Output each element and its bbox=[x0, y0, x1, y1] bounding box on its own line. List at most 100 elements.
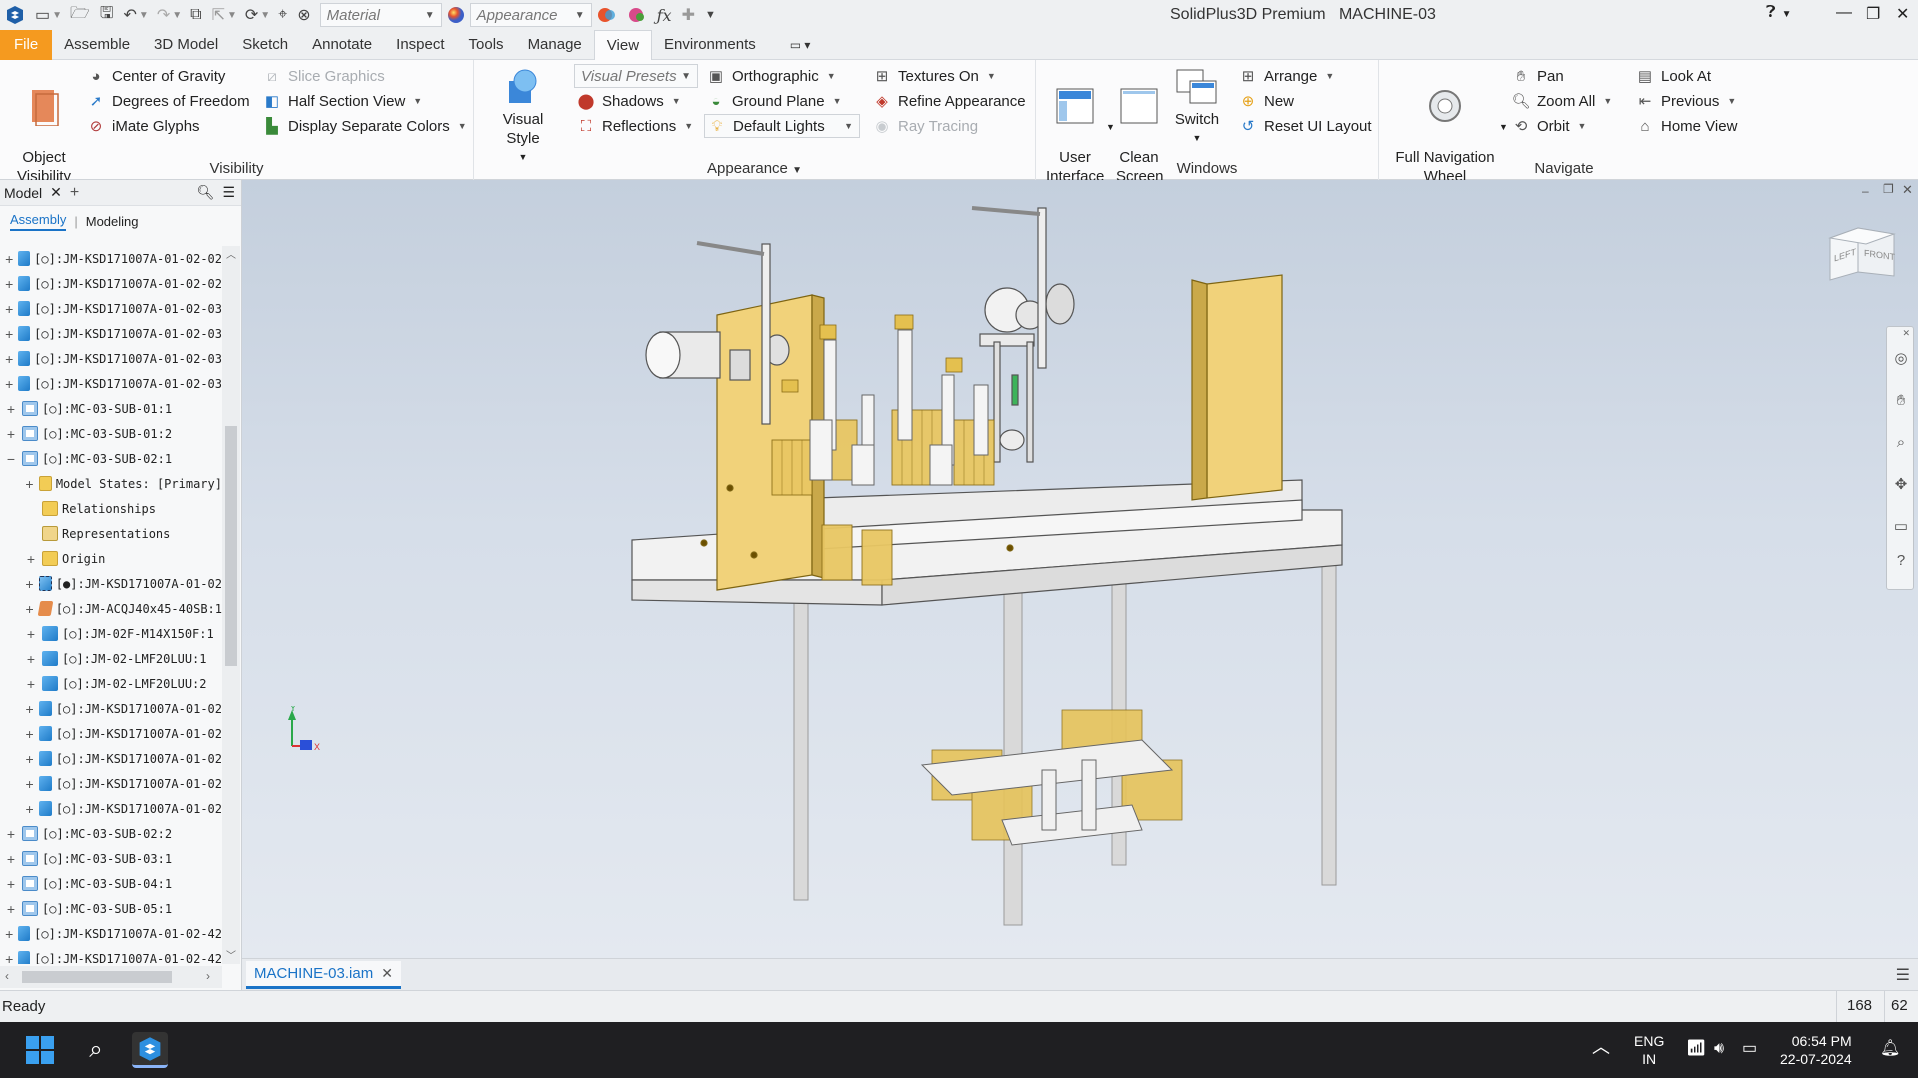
expand-icon[interactable]: + bbox=[4, 876, 18, 892]
ribbon-display-toggle-icon[interactable]: ▭ ▾ bbox=[778, 30, 823, 60]
new-window-button[interactable]: ⊕ New bbox=[1238, 91, 1294, 111]
update-dropdown-icon[interactable]: ▼ bbox=[260, 10, 270, 21]
tree-node[interactable]: + [○]:JM-02-LMF20LUU:2 bbox=[0, 671, 222, 696]
tree-node[interactable]: − [○]:MC-03-SUB-02:1 bbox=[0, 446, 222, 471]
scroll-down-icon[interactable]: ﹀ bbox=[222, 947, 240, 962]
tree-node[interactable]: + [○]:JM-02F-M14X150F:1 bbox=[0, 621, 222, 646]
tree-node[interactable]: + [○]:JM-KSD171007A-01-02-03 bbox=[0, 321, 222, 346]
windows-start-icon[interactable] bbox=[22, 1032, 58, 1068]
visual-presets-combo[interactable]: Visual Presets ▼ bbox=[574, 64, 698, 88]
nav-help-icon[interactable]: ? bbox=[1890, 549, 1912, 571]
textures-on-button[interactable]: ⊞ Textures On ▼ bbox=[872, 66, 996, 86]
nav-wheel-icon[interactable]: ◎ bbox=[1890, 347, 1912, 369]
redo-dropdown-icon[interactable]: ▼ bbox=[172, 10, 182, 21]
expand-icon[interactable]: + bbox=[24, 626, 38, 642]
tree-node[interactable]: + [○]:JM-KSD171007A-01-02-02 bbox=[0, 271, 222, 296]
tab-view[interactable]: View bbox=[593, 29, 653, 61]
graphics-viewport[interactable]: – ❐ ✕ Y X LEFT FRONT bbox=[242, 180, 1918, 958]
expand-icon[interactable]: + bbox=[24, 701, 35, 717]
notification-bell-icon[interactable]: 🔔︎ bbox=[1880, 1040, 1900, 1058]
add-icon[interactable]: ✚ bbox=[677, 0, 700, 30]
tree-node[interactable]: + [○]:JM-KSD171007A-01-02-03 bbox=[0, 296, 222, 321]
expand-icon[interactable]: + bbox=[24, 726, 35, 742]
appearance-combo[interactable]: Appearance ▼ bbox=[469, 3, 592, 27]
open-folder-icon[interactable]: 🗁 bbox=[65, 0, 95, 30]
tray-overflow-icon[interactable]: ︿ bbox=[1592, 1038, 1610, 1056]
tree-node[interactable]: + [○]:MC-03-SUB-01:2 bbox=[0, 421, 222, 446]
viewport-restore-icon[interactable]: ❐ bbox=[1883, 182, 1894, 196]
tree-node[interactable]: Representations bbox=[0, 521, 222, 546]
expand-icon[interactable]: + bbox=[24, 576, 35, 592]
tree-node[interactable]: + [○]:MC-03-SUB-02:2 bbox=[0, 821, 222, 846]
machine-3d-model[interactable] bbox=[242, 180, 1918, 958]
scroll-up-icon[interactable]: ︿ bbox=[222, 246, 240, 261]
appearance-panel-title[interactable]: Appearance ▼ bbox=[474, 160, 1035, 177]
nav-look-at-icon[interactable]: ▭ bbox=[1890, 515, 1912, 537]
visual-style-button[interactable]: Visual Style ▼ bbox=[484, 66, 562, 167]
tree-node[interactable]: + [○]:JM-KSD171007A-01-02 bbox=[0, 771, 222, 796]
restore-icon[interactable]: ❐ bbox=[1866, 4, 1880, 24]
browser-search-icon[interactable]: 🔍︎ bbox=[197, 184, 215, 201]
minimize-icon[interactable]: — bbox=[1836, 4, 1852, 22]
orbit-button[interactable]: ⟲ Orbit ▼ bbox=[1511, 116, 1587, 136]
expand-icon[interactable]: + bbox=[4, 426, 18, 442]
user-interface-dropdown-icon[interactable]: ▼ bbox=[1106, 122, 1115, 132]
tree-node[interactable]: + [○]:JM-KSD171007A-01-02 bbox=[0, 746, 222, 771]
nav-pan-icon[interactable]: ✋︎ bbox=[1890, 389, 1912, 411]
expand-icon[interactable]: + bbox=[24, 751, 35, 767]
previous-view-button[interactable]: ⇤ Previous ▼ bbox=[1635, 91, 1737, 111]
expand-icon[interactable]: + bbox=[4, 251, 14, 267]
document-tab-machine-03[interactable]: MACHINE-03.iam ✕ bbox=[246, 961, 401, 989]
tab-assemble[interactable]: Assemble bbox=[52, 30, 142, 60]
tab-3d-model[interactable]: 3D Model bbox=[142, 30, 230, 60]
browser-tab-model[interactable]: Model bbox=[4, 185, 42, 201]
switch-button[interactable]: Switch ▼ bbox=[1172, 66, 1222, 148]
expand-icon[interactable]: + bbox=[4, 901, 18, 917]
slice-graphics-button[interactable]: ⧄ Slice Graphics bbox=[262, 66, 384, 86]
half-section-view-button[interactable]: ◧ Half Section View ▼ bbox=[262, 91, 422, 111]
reflections-button[interactable]: ⛶ Reflections ▼ bbox=[576, 116, 693, 136]
tree-node[interactable]: + [○]:MC-03-SUB-05:1 bbox=[0, 896, 222, 921]
viewport-close-icon[interactable]: ✕ bbox=[1902, 182, 1913, 198]
document-tabs-menu-icon[interactable]: ☰ bbox=[1896, 965, 1910, 985]
copy-icon[interactable]: ⧉ bbox=[185, 0, 206, 30]
material-combo[interactable]: Material ▼ bbox=[319, 3, 442, 27]
wifi-icon[interactable]: 📶︎ bbox=[1686, 1040, 1706, 1058]
navbar-close-icon[interactable]: ✕ bbox=[1902, 328, 1910, 339]
select-dropdown-icon[interactable]: ▼ bbox=[227, 10, 237, 21]
browser-tab-close-icon[interactable]: ✕ bbox=[50, 184, 62, 201]
tree-node[interactable]: + [○]:JM-KSD171007A-01-02 bbox=[0, 796, 222, 821]
tree-node[interactable]: + [○]:JM-KSD171007A-01-02-02 bbox=[0, 246, 222, 271]
expand-icon[interactable]: + bbox=[4, 326, 14, 342]
volume-icon[interactable]: 🔊︎ bbox=[1714, 1040, 1724, 1058]
default-lights-combo[interactable]: 💡︎ Default Lights ▼ bbox=[704, 114, 860, 138]
look-at-button[interactable]: ▤ Look At bbox=[1635, 66, 1711, 86]
tree-vertical-scrollbar[interactable]: ︿ ﹀ bbox=[222, 246, 240, 964]
browser-add-tab-icon[interactable]: + bbox=[70, 184, 79, 202]
tree-node[interactable]: + [○]:JM-KSD171007A-01-02-42 bbox=[0, 921, 222, 946]
tree-node[interactable]: + Model States: [Primary] bbox=[0, 471, 222, 496]
ray-tracing-button[interactable]: ◉ Ray Tracing bbox=[872, 116, 978, 136]
subtab-assembly[interactable]: Assembly bbox=[10, 212, 67, 231]
tab-annotate[interactable]: Annotate bbox=[300, 30, 384, 60]
expand-icon[interactable]: + bbox=[24, 551, 38, 567]
expand-icon[interactable]: + bbox=[24, 601, 35, 617]
orthographic-button[interactable]: ▣ Orthographic ▼ bbox=[706, 66, 836, 86]
clear-appearance-icon[interactable]: ⊗ bbox=[292, 0, 315, 30]
expand-icon[interactable]: + bbox=[24, 651, 38, 667]
app-logo-icon[interactable] bbox=[0, 0, 30, 30]
taskbar-app-icon[interactable] bbox=[132, 1032, 168, 1068]
tree-node[interactable]: + [○]:MC-03-SUB-01:1 bbox=[0, 396, 222, 421]
center-of-gravity-button[interactable]: ◕ Center of Gravity bbox=[86, 66, 225, 86]
adjust-appearance-icon[interactable] bbox=[592, 0, 622, 30]
expand-icon[interactable]: + bbox=[4, 951, 14, 965]
clear-overrides-icon[interactable] bbox=[622, 0, 652, 30]
tree-node[interactable]: + [○]:JM-ACQJ40x45-40SB:1 bbox=[0, 596, 222, 621]
clock[interactable]: 06:54 PM 22-07-2024 bbox=[1780, 1032, 1852, 1068]
tree-node[interactable]: + [○]:JM-KSD171007A-01-02 bbox=[0, 721, 222, 746]
subtab-modeling[interactable]: Modeling bbox=[86, 214, 139, 229]
tab-manage[interactable]: Manage bbox=[516, 30, 594, 60]
tree-node[interactable]: + Origin bbox=[0, 546, 222, 571]
expand-icon[interactable]: + bbox=[4, 301, 14, 317]
battery-icon[interactable]: ▭ bbox=[1742, 1040, 1757, 1058]
